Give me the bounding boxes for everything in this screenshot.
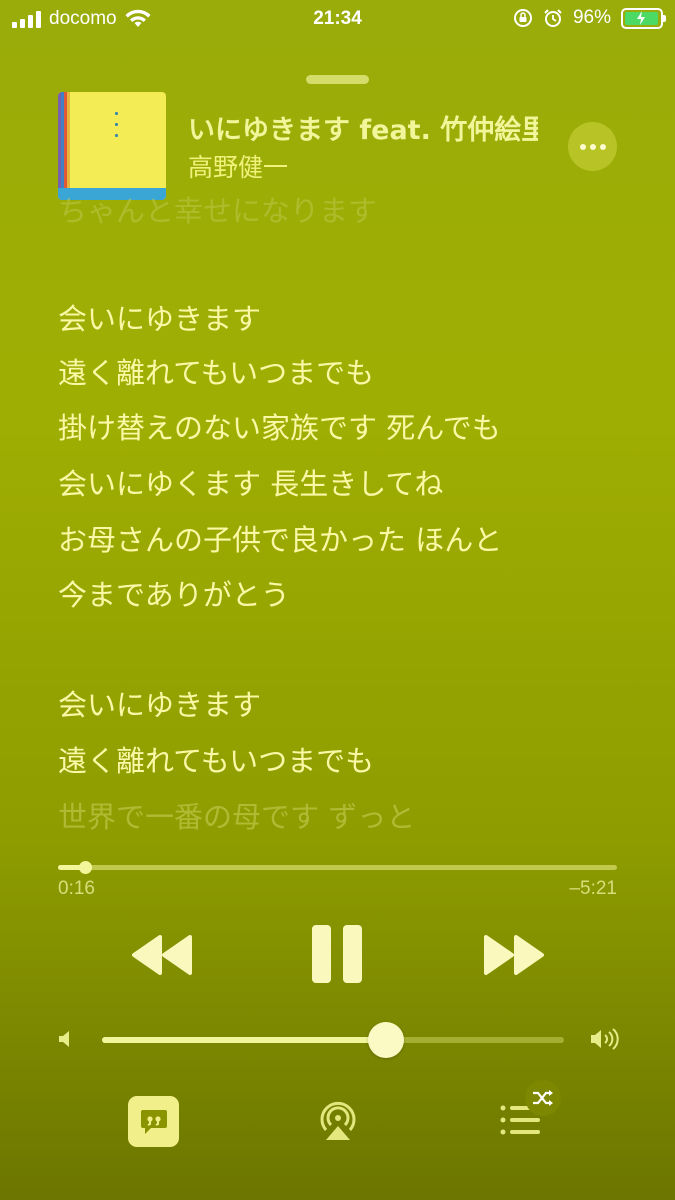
battery-percent: 96%	[572, 7, 611, 28]
lyric-line[interactable]: 遠く離れてもいつまでも	[58, 350, 374, 392]
lyric-line[interactable]: 世界で一番の母です ずっと	[58, 794, 415, 836]
airplay-button[interactable]	[314, 1096, 362, 1144]
battery-charging-icon	[621, 7, 666, 29]
pause-button[interactable]	[312, 925, 362, 985]
song-title: いにゆきます feat. 竹仲絵里	[188, 115, 538, 146]
status-bar: docomo 21:34 96%	[0, 0, 675, 38]
album-art[interactable]	[58, 92, 166, 200]
lyric-line[interactable]: お母さんの子供で良かった ほんと	[58, 517, 502, 559]
fast-forward-button[interactable]	[482, 933, 546, 977]
lyric-line[interactable]: 今までありがとう	[58, 572, 290, 614]
lyric-line[interactable]: ちゃんと幸せになります	[58, 188, 377, 230]
pause-bar	[343, 925, 362, 983]
pause-bar	[312, 925, 331, 983]
volume-knob[interactable]	[368, 1022, 405, 1058]
alarm-icon	[544, 9, 562, 27]
sheet-grabber[interactable]	[306, 75, 369, 84]
lyric-line[interactable]: 掛け替えのない家族です 死んでも	[58, 405, 501, 447]
quote-bubble-icon	[140, 1109, 167, 1134]
song-title-container: いにゆきます feat. 竹仲絵里	[188, 108, 538, 148]
more-dot-icon	[579, 143, 586, 150]
lyrics-button[interactable]	[128, 1096, 179, 1147]
volume-fill	[102, 1037, 387, 1043]
scrubber-knob[interactable]	[78, 861, 92, 874]
lyrics-view[interactable]: ちゃんと幸せになります 会いにゆきます 遠く離れてもいつまでも 掛け替えのない家…	[58, 188, 648, 838]
shuffle-badge[interactable]	[525, 1080, 561, 1116]
orientation-lock-icon	[513, 9, 532, 27]
lyric-line[interactable]: 会いにゆきます	[58, 296, 261, 338]
remaining-time: –5:21	[569, 878, 617, 899]
shuffle-icon	[533, 1090, 553, 1106]
artist-name[interactable]: 高野健一	[188, 148, 288, 184]
lyric-line[interactable]: 会いにゆきます	[58, 682, 261, 724]
volume-low-icon	[59, 1031, 69, 1047]
lyric-line[interactable]: 会いにゆくます 長生きしてね	[58, 461, 443, 503]
volume-high-icon	[591, 1028, 619, 1050]
more-dot-icon	[589, 143, 596, 150]
volume-slider[interactable]	[102, 1022, 564, 1058]
more-dot-icon	[599, 143, 606, 150]
more-options-button[interactable]	[568, 122, 617, 171]
playback-scrubber[interactable]	[58, 861, 617, 874]
elapsed-time: 0:16	[58, 878, 95, 899]
lyric-line[interactable]: 遠く離れてもいつまでも	[58, 738, 374, 780]
rewind-button[interactable]	[130, 933, 194, 977]
